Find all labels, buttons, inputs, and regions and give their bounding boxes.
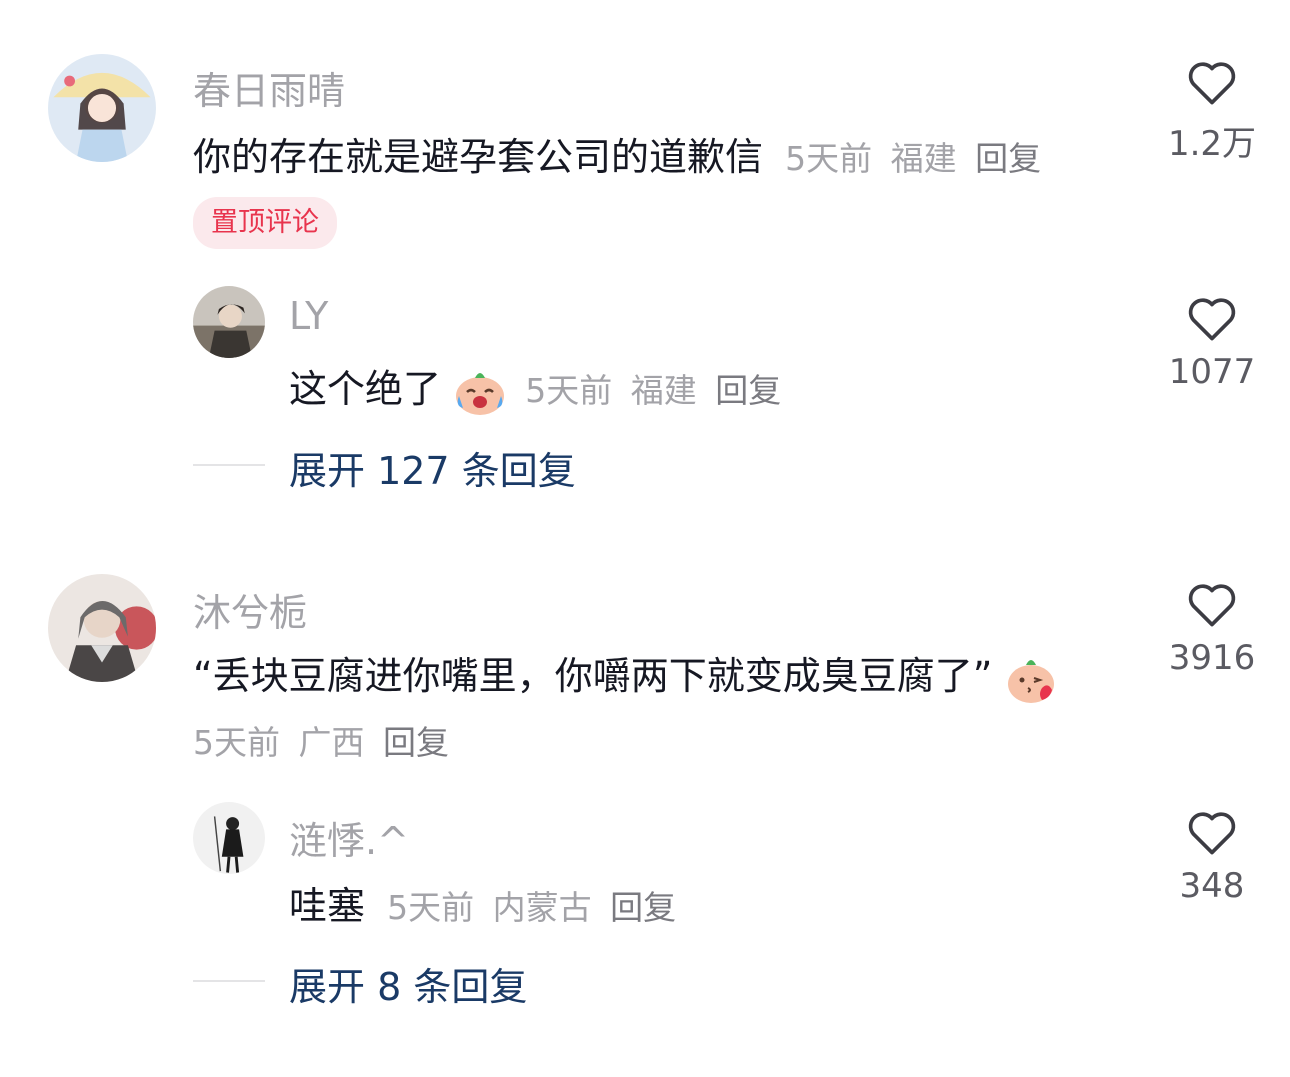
divider — [193, 980, 265, 982]
comment-meta: 5天前 广西 回复 — [193, 716, 449, 764]
like-count: 1077 — [1168, 352, 1256, 392]
expand-replies-button[interactable]: 展开 8 条回复 — [289, 956, 527, 1011]
reply-button[interactable]: 回复 — [383, 723, 449, 762]
avatar[interactable] — [48, 54, 156, 162]
divider — [193, 464, 265, 466]
comment-body: 你的存在就是避孕套公司的道歉信 5天前 福建 回复 — [193, 126, 1041, 181]
pinned-badge: 置顶评论 — [193, 197, 337, 249]
reply-username[interactable]: 涟悸.^ — [289, 810, 409, 865]
comment-location: 广西 — [298, 723, 365, 762]
comment-text: 你的存在就是避孕套公司的道歉信 — [193, 135, 764, 179]
reply-button[interactable]: 回复 — [715, 371, 781, 410]
avatar[interactable] — [193, 286, 265, 358]
reply-username[interactable]: LY — [289, 294, 328, 338]
comment-body: “丢块豆腐进你嘴里，你嚼两下就变成臭豆腐了” — [193, 645, 1058, 704]
comment-location: 福建 — [890, 139, 957, 178]
avatar[interactable] — [193, 802, 265, 874]
expand-replies-button[interactable]: 展开 127 条回复 — [289, 440, 576, 495]
like-count: 3916 — [1168, 638, 1256, 678]
reply-time: 5天前 — [387, 888, 475, 927]
heart-outline-icon — [1188, 584, 1236, 627]
comment-username[interactable]: 春日雨晴 — [193, 60, 345, 115]
reply-text: 这个绝了 — [289, 367, 442, 411]
comment-time: 5天前 — [193, 723, 280, 762]
like-button[interactable]: 1.2万 — [1157, 58, 1267, 165]
reply-body: 这个绝了 5天前 福建 回复 — [289, 358, 781, 416]
heart-outline-icon — [1188, 62, 1236, 105]
like-count: 1.2万 — [1167, 124, 1257, 164]
reply-body: 哇塞 5天前 内蒙古 回复 — [289, 875, 676, 930]
reply-text: 哇塞 — [289, 884, 366, 928]
like-button[interactable]: 3916 — [1157, 580, 1267, 678]
kiss-peach-emoji — [1008, 659, 1055, 703]
like-button[interactable]: 1077 — [1157, 294, 1267, 392]
comment-username[interactable]: 沐兮栀 — [193, 582, 307, 637]
heart-outline-icon — [1188, 812, 1236, 855]
reply-location: 福建 — [630, 371, 697, 410]
reply-button[interactable]: 回复 — [975, 139, 1041, 178]
like-button[interactable]: 348 — [1157, 808, 1267, 906]
reply-button[interactable]: 回复 — [610, 888, 676, 927]
comment-time: 5天前 — [785, 139, 873, 178]
heart-outline-icon — [1188, 298, 1236, 341]
reply-location: 内蒙古 — [492, 888, 592, 927]
comment-text: “丢块豆腐进你嘴里，你嚼两下就变成臭豆腐了” — [193, 654, 993, 698]
like-count: 348 — [1179, 866, 1245, 906]
avatar[interactable] — [48, 574, 156, 682]
crying-laughing-peach-emoji — [456, 372, 505, 415]
reply-time: 5天前 — [525, 371, 613, 410]
